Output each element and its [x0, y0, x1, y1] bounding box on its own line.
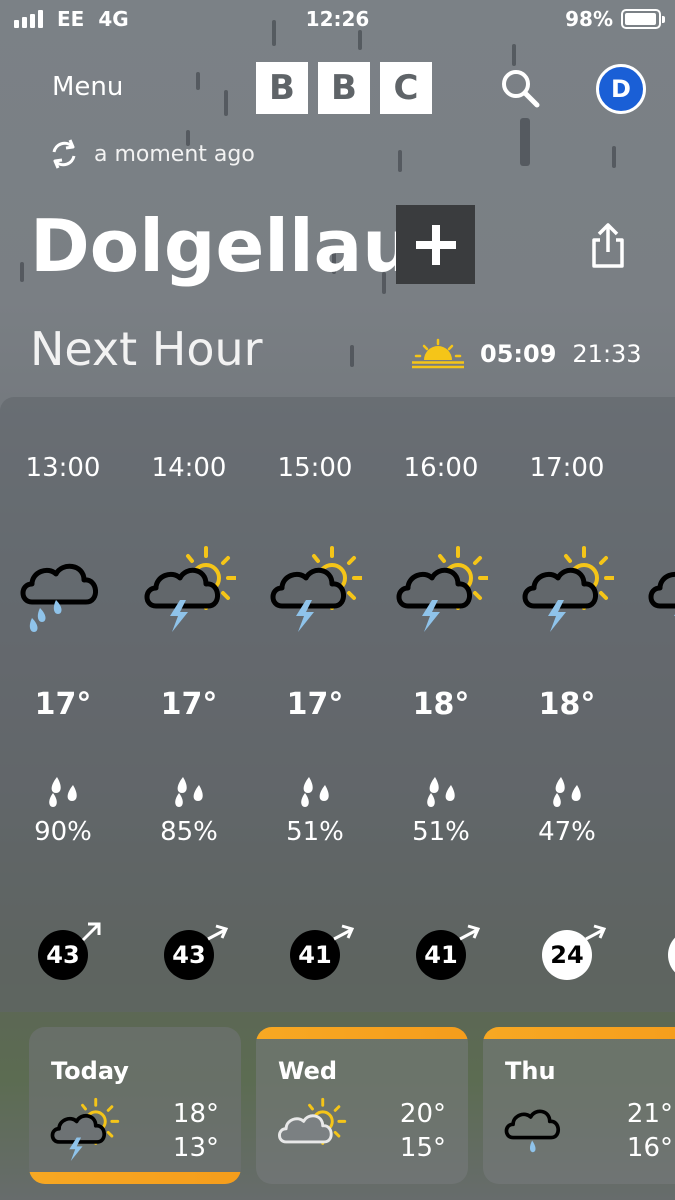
updated-text: a moment ago [94, 141, 255, 167]
hour-time: 16:00 [403, 453, 479, 483]
hour-time: 17:00 [529, 453, 605, 483]
bbc-logo[interactable]: B B C [256, 62, 432, 114]
sunrise-time: 05:09 [480, 340, 557, 368]
hour-time: 13:00 [25, 453, 101, 483]
day-low: 13° [172, 1133, 219, 1163]
add-location-button[interactable] [396, 205, 475, 284]
day-name: Thu [505, 1057, 556, 1085]
sunrise-icon [412, 338, 464, 369]
hour-temperature: 18° [412, 687, 470, 722]
logo-letter: C [380, 62, 432, 114]
wind-direction-icon [333, 924, 354, 941]
hour-time: 14:00 [151, 453, 227, 483]
raindrops-icon [175, 777, 203, 807]
hour-rain-chance: 47% [538, 817, 596, 847]
wind-direction-icon [459, 924, 480, 941]
day-card-wed[interactable]: Wed 20° 15° [256, 1027, 468, 1184]
day-high: 20° [399, 1099, 446, 1129]
hour-slot-partial[interactable]: 18 1 4 [630, 397, 675, 1012]
hour-slot[interactable]: 13:00 17° 90% 43 [0, 397, 126, 1012]
hour-time: 15:00 [277, 453, 353, 483]
last-updated[interactable]: a moment ago [48, 138, 255, 170]
hour-temperature: 18° [538, 687, 596, 722]
day-low: 16° [626, 1133, 673, 1163]
hour-rain-chance: 4 [630, 817, 675, 847]
day-card-accent [256, 1027, 468, 1039]
raindrops-icon [301, 777, 329, 807]
day-card-today[interactable]: Today 18° 13° [29, 1027, 241, 1184]
thunder-sun-cloud-icon [396, 546, 488, 632]
hour-rain-chance: 51% [412, 817, 470, 847]
hour-rain-chance: 85% [160, 817, 218, 847]
hour-temperature: 17° [160, 687, 218, 722]
location-title: Dolgellau [30, 204, 414, 288]
wind-speed [668, 930, 675, 980]
hour-rain-chance: 51% [286, 817, 344, 847]
day-high: 21° [626, 1099, 673, 1129]
plus-icon [415, 224, 456, 265]
share-icon[interactable] [584, 222, 632, 270]
raindrops-icon [553, 777, 581, 807]
status-bar: EE 4G 12:26 98% [0, 0, 675, 36]
wind-direction-icon [585, 924, 606, 941]
hour-rain-chance: 90% [34, 817, 92, 847]
light-rain-cloud-icon [504, 1109, 560, 1153]
thunder-sun-cloud-icon [522, 546, 614, 632]
battery-percent: 98% [565, 7, 613, 31]
wind-direction-icon [207, 924, 228, 941]
section-title: Next Hour [30, 322, 263, 376]
hour-time: 18 [630, 453, 675, 483]
sun-cloud-icon [278, 1097, 347, 1145]
wind-direction-icon [81, 922, 101, 942]
day-card-accent [483, 1027, 675, 1039]
battery-icon [621, 9, 665, 29]
sunset-time: 21:33 [572, 340, 642, 368]
menu-button[interactable]: Menu [52, 72, 123, 102]
day-card-thu[interactable]: Thu 21° 16° [483, 1027, 675, 1184]
logo-letter: B [318, 62, 370, 114]
day-card-accent [29, 1172, 241, 1184]
hour-temperature: 17° [34, 687, 92, 722]
day-name: Today [51, 1057, 129, 1085]
hour-temperature: 1 [630, 687, 675, 722]
thunder-sun-cloud-icon [144, 546, 236, 632]
hour-slot[interactable]: 16:00 18° 51% 41 [378, 397, 504, 1012]
refresh-icon[interactable] [48, 138, 80, 170]
account-avatar[interactable]: D [596, 64, 646, 114]
thunder-sun-cloud-icon [50, 1097, 120, 1161]
day-high: 18° [172, 1099, 219, 1129]
thunder-sun-cloud-icon [270, 546, 362, 632]
hour-slot[interactable]: 14:00 17° 85% 43 [126, 397, 252, 1012]
raindrops-icon [427, 777, 455, 807]
hourly-forecast[interactable]: 13:00 17° 90% 43 14:00 17° 85% 43 15:00 … [0, 397, 675, 1012]
raindrops-icon [49, 777, 77, 807]
thunder-sun-cloud-icon [648, 571, 675, 616]
heavy-rain-cloud-icon [20, 563, 98, 632]
day-name: Wed [278, 1057, 338, 1085]
hour-temperature: 17° [286, 687, 344, 722]
day-low: 15° [399, 1133, 446, 1163]
search-icon[interactable] [498, 66, 542, 110]
hour-slot[interactable]: 17:00 18° 47% 24 [504, 397, 630, 1012]
logo-letter: B [256, 62, 308, 114]
hour-slot[interactable]: 15:00 17° 51% 41 [252, 397, 378, 1012]
sun-times: 05:09 21:33 [410, 338, 642, 370]
